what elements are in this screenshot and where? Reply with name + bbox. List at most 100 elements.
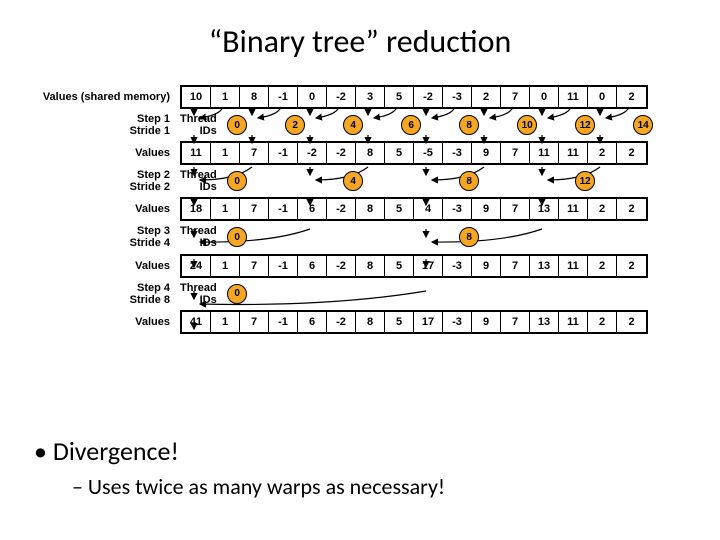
tid-slot (397, 282, 426, 306)
tids-row-1: 02468101214 (223, 113, 687, 137)
value-cell: 1 (211, 87, 240, 107)
tid-slot (600, 113, 629, 137)
thread-id-circle: 10 (517, 115, 537, 135)
tid-slot (252, 282, 281, 306)
value-cell: 2 (617, 256, 646, 276)
value-cell: 8 (356, 199, 385, 219)
value-cell: -1 (269, 312, 298, 332)
value-cell: 9 (472, 199, 501, 219)
tid-slot (368, 282, 397, 306)
tid-slot (252, 113, 281, 137)
value-cell: 18 (182, 199, 211, 219)
value-cell: 3 (356, 87, 385, 107)
tid-slot (542, 282, 571, 306)
value-cell: 8 (240, 87, 269, 107)
value-cell: 7 (501, 143, 530, 163)
value-cell: 0 (588, 87, 617, 107)
value-cell: -2 (327, 87, 356, 107)
value-cell: 5 (385, 256, 414, 276)
tid-slot (658, 282, 687, 306)
value-cell: -3 (443, 256, 472, 276)
value-cell: 7 (240, 312, 269, 332)
value-cell: 11 (530, 143, 559, 163)
label-values-2: Values (30, 203, 180, 215)
tid-slot: 8 (455, 113, 484, 137)
reduction-diagram: Values (shared memory) 1018-10-235-2-327… (30, 85, 690, 334)
value-cell: 11 (182, 143, 211, 163)
value-cell: 5 (385, 87, 414, 107)
value-cell: -2 (327, 256, 356, 276)
tid-slot (542, 225, 571, 249)
value-cell: 0 (298, 87, 327, 107)
tid-slot (397, 169, 426, 193)
value-cell: 1 (211, 312, 240, 332)
tid-slot (600, 169, 629, 193)
value-cell: 17 (414, 256, 443, 276)
label-step4: Step 4 Stride 8 (30, 282, 180, 306)
tid-slot: 0 (223, 282, 252, 306)
tid-slot: 12 (571, 113, 600, 137)
tid-slot (600, 282, 629, 306)
tids-row-2: 04812 (223, 169, 687, 193)
value-cell: -2 (327, 143, 356, 163)
thread-id-circle: 8 (459, 115, 479, 135)
label-tids-4: Thread IDs (180, 282, 223, 306)
bullet-main: Divergence! (34, 435, 445, 467)
label-tids-1: Thread IDs (180, 113, 223, 137)
tid-slot (426, 282, 455, 306)
value-cell: 13 (530, 256, 559, 276)
tid-slot (455, 282, 484, 306)
value-cell: 6 (298, 312, 327, 332)
value-cell: 11 (559, 199, 588, 219)
bullet-list: Divergence! – Uses twice as many warps a… (34, 435, 445, 500)
thread-id-circle: 0 (227, 171, 247, 191)
tid-slot (484, 113, 513, 137)
value-cell: 7 (501, 87, 530, 107)
value-cell: -2 (414, 87, 443, 107)
thread-id-circle: 14 (633, 115, 653, 135)
label-step1: Step 1 Stride 1 (30, 113, 180, 137)
value-cell: -2 (327, 312, 356, 332)
tid-slot: 8 (455, 225, 484, 249)
tid-slot (339, 225, 368, 249)
tid-slot (426, 225, 455, 249)
tid-slot: 14 (629, 113, 658, 137)
tid-slot (310, 225, 339, 249)
tid-slot (542, 169, 571, 193)
value-cell: 11 (559, 256, 588, 276)
thread-id-circle: 8 (459, 171, 479, 191)
value-cell: 4 (414, 199, 443, 219)
label-tids-2: Thread IDs (180, 169, 223, 193)
values-row-3: 2417-16-28517-397131122 (180, 254, 648, 278)
tid-slot (339, 282, 368, 306)
label-values-shared: Values (shared memory) (30, 91, 180, 103)
tid-slot: 6 (397, 113, 426, 137)
tid-slot (281, 169, 310, 193)
thread-id-circle: 12 (575, 115, 595, 135)
value-cell: -3 (443, 143, 472, 163)
tid-slot (310, 113, 339, 137)
thread-id-circle: 0 (227, 284, 247, 304)
label-values-1: Values (30, 147, 180, 159)
tid-slot (368, 113, 397, 137)
value-cell: 13 (530, 312, 559, 332)
tid-slot (571, 225, 600, 249)
value-cell: 9 (472, 143, 501, 163)
value-cell: 5 (385, 143, 414, 163)
value-cell: 2 (617, 312, 646, 332)
value-cell: 9 (472, 256, 501, 276)
values-row-2: 1817-16-2854-397131122 (180, 197, 648, 221)
value-cell: 2 (472, 87, 501, 107)
value-cell: 8 (356, 312, 385, 332)
value-cell: 2 (588, 312, 617, 332)
value-cell: 2 (588, 143, 617, 163)
value-cell: -1 (269, 87, 298, 107)
value-cell: 7 (240, 256, 269, 276)
tid-slot: 12 (571, 169, 600, 193)
value-cell: 6 (298, 256, 327, 276)
value-cell: 7 (240, 143, 269, 163)
tid-slot (368, 169, 397, 193)
value-cell: 7 (501, 312, 530, 332)
tid-slot (281, 225, 310, 249)
tid-slot (658, 169, 687, 193)
